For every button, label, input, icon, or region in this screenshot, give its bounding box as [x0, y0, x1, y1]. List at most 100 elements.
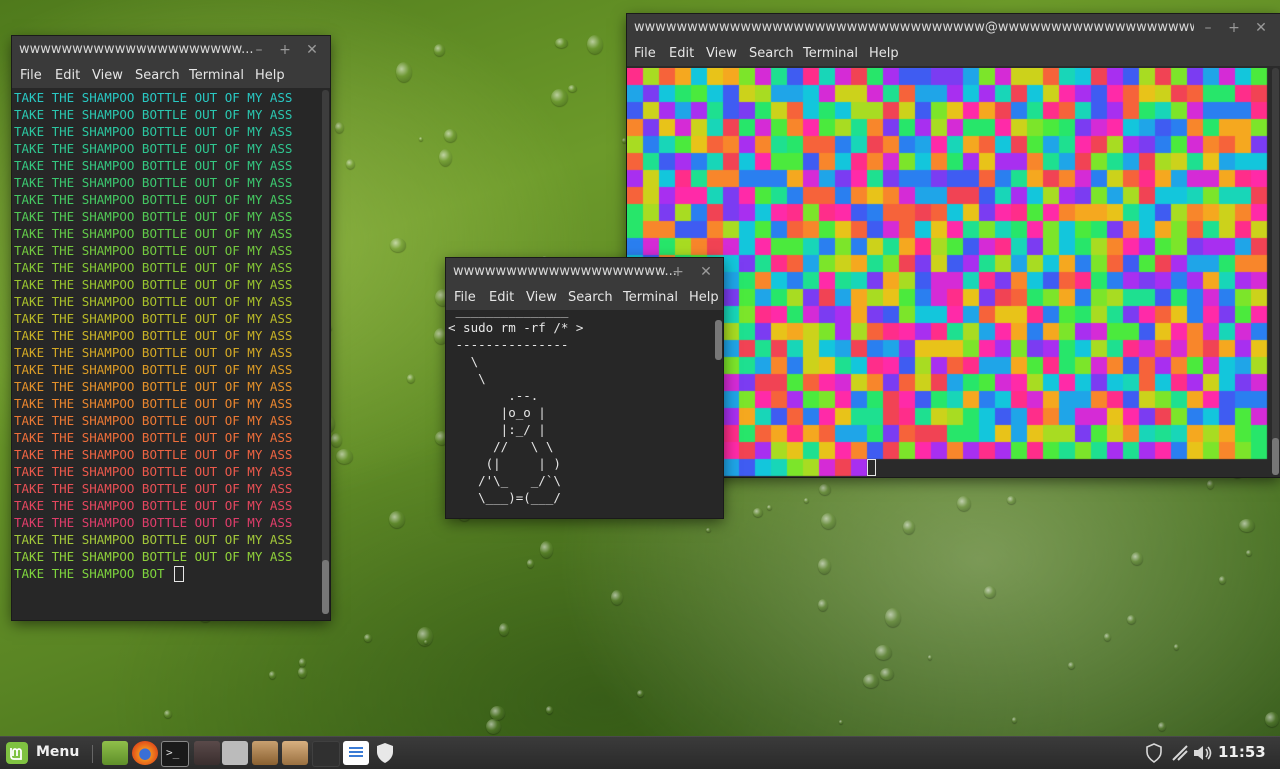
terminal-output[interactable]: TAKE THE SHAMPOO BOTTLE OUT OF MY ASS TAK…: [12, 88, 330, 620]
update-shield-icon[interactable]: [1145, 743, 1163, 767]
terminal-window-right[interactable]: wwwwwwwwwwwwwwwwwwwwwwwwwwwwwwwww@wwwwww…: [627, 14, 1280, 477]
water-droplet: [1012, 717, 1017, 723]
water-droplet: [417, 627, 433, 646]
water-droplet: [984, 586, 996, 598]
menu-edit[interactable]: Edit: [55, 68, 80, 83]
menu-terminal[interactable]: Terminal: [803, 46, 858, 61]
terminal-output[interactable]: _______________ < sudo rm -rf /* > ------…: [446, 310, 723, 518]
terminal-line: TAKE THE SHAMPOO BOTTLE OUT OF MY ASS: [14, 243, 293, 258]
terminal-line: TAKE THE SHAMPOO BOTTLE OUT OF MY ASS: [14, 90, 293, 105]
terminal-cursor: [867, 459, 876, 476]
menu-view[interactable]: View: [526, 290, 557, 305]
water-droplet: [540, 541, 553, 558]
terminal-line: TAKE THE SHAMPOO BOTTLE OUT OF MY ASS: [14, 328, 293, 343]
menu-terminal[interactable]: Terminal: [189, 68, 244, 83]
close-icon[interactable]: ✕: [1250, 14, 1272, 42]
menu-file[interactable]: File: [634, 46, 656, 61]
minimize-icon[interactable]: –: [248, 36, 270, 64]
window-title: wwwwwwwwwwwwwwwwwwwwwwwwwwwwwwwww@wwwwww…: [634, 20, 1194, 35]
menu-edit[interactable]: Edit: [489, 290, 514, 305]
water-droplet: [269, 671, 276, 679]
terminal-launcher-icon[interactable]: >_: [161, 741, 189, 767]
art-line: \: [448, 371, 486, 386]
title-bar[interactable]: wwwwwwwwwwwwwwwwwwwww... – + ✕: [12, 36, 330, 64]
terminal-line: TAKE THE SHAMPOO BOTTLE OUT OF MY ASS: [14, 532, 293, 547]
maximize-icon[interactable]: +: [1223, 14, 1245, 42]
water-droplet: [821, 513, 836, 529]
archive-icon[interactable]: [252, 741, 278, 765]
terminal-line: TAKE THE SHAMPOO BOTTLE OUT OF MY ASS: [14, 498, 293, 513]
water-droplet: [390, 238, 406, 252]
terminal-line: TAKE THE SHAMPOO BOTTLE OUT OF MY ASS: [14, 260, 293, 275]
water-droplet: [568, 85, 577, 92]
water-droplet: [555, 38, 568, 48]
clock[interactable]: 11:53: [1218, 743, 1266, 761]
terminal-line: TAKE THE SHAMPOO BOTTLE OUT OF MY ASS: [14, 447, 293, 462]
terminal-line: TAKE THE SHAMPOO BOTTLE OUT OF MY ASS: [14, 413, 293, 428]
file-manager-icon[interactable]: [102, 741, 128, 765]
water-droplet: [767, 505, 772, 510]
window-button[interactable]: [312, 741, 340, 767]
terminal-line: TAKE THE SHAMPOO BOTTLE OUT OF MY ASS: [14, 515, 293, 530]
terminal-line: TAKE THE SHAMPOO BOTTLE OUT OF MY ASS: [14, 141, 293, 156]
menu-search[interactable]: Search: [749, 46, 794, 61]
terminal-line: TAKE THE SHAMPOO BOTTLE OUT OF MY ASS: [14, 362, 293, 377]
menu-view[interactable]: View: [706, 46, 737, 61]
menu-help[interactable]: Help: [869, 46, 899, 61]
package-icon[interactable]: [282, 741, 308, 765]
menu-button[interactable]: Menu: [4, 740, 84, 766]
close-icon[interactable]: ✕: [695, 258, 717, 286]
water-droplet: [331, 433, 342, 447]
water-droplet: [1104, 633, 1111, 641]
art-line: (| | ): [448, 456, 561, 471]
close-icon[interactable]: ✕: [301, 36, 323, 64]
terminal-line: TAKE THE SHAMPOO BOTTLE OUT OF MY ASS: [14, 294, 293, 309]
settings-icon[interactable]: [222, 741, 248, 765]
menu-file[interactable]: File: [20, 68, 42, 83]
minimize-icon[interactable]: –: [640, 258, 662, 286]
maximize-icon[interactable]: +: [274, 36, 296, 64]
water-droplet: [1007, 496, 1016, 504]
text-editor-icon[interactable]: [194, 741, 220, 765]
water-droplet: [546, 706, 553, 714]
art-line: \: [448, 354, 479, 369]
colored-pixel-grid: [627, 68, 1269, 477]
water-droplet: [1265, 712, 1279, 727]
menu-view[interactable]: View: [92, 68, 123, 83]
water-droplet: [1207, 480, 1214, 489]
document-icon[interactable]: [343, 741, 369, 765]
water-droplet: [706, 528, 711, 532]
water-droplet: [299, 658, 306, 667]
scrollbar[interactable]: [322, 90, 329, 614]
water-droplet: [819, 484, 831, 495]
water-droplet: [298, 667, 307, 678]
water-droplet: [346, 159, 355, 169]
menu-help[interactable]: Help: [255, 68, 285, 83]
firefox-icon[interactable]: [132, 741, 158, 765]
terminal-window-middle[interactable]: wwwwwwwwwwwwwwwwwwww... – + ✕ File Edit …: [446, 258, 723, 518]
title-bar[interactable]: wwwwwwwwwwwwwwwwwwww... – + ✕: [446, 258, 723, 286]
menu-search[interactable]: Search: [568, 290, 613, 305]
water-droplet: [1068, 662, 1075, 669]
terminal-window-left[interactable]: wwwwwwwwwwwwwwwwwwwww... – + ✕ File Edit…: [12, 36, 330, 620]
menu-file[interactable]: File: [454, 290, 476, 305]
title-bar[interactable]: wwwwwwwwwwwwwwwwwwwwwwwwwwwwwwwww@wwwwww…: [627, 14, 1280, 42]
volume-icon[interactable]: [1192, 743, 1214, 767]
water-droplet: [407, 374, 415, 383]
art-line: /'\_ _/`\: [448, 473, 561, 488]
menu-terminal[interactable]: Terminal: [623, 290, 678, 305]
maximize-icon[interactable]: +: [667, 258, 689, 286]
network-icon[interactable]: [1170, 743, 1190, 767]
menu-help[interactable]: Help: [689, 290, 719, 305]
menu-search[interactable]: Search: [135, 68, 180, 83]
shield-icon[interactable]: [372, 741, 398, 765]
terminal-line: TAKE THE SHAMPOO BOTTLE OUT OF MY ASS: [14, 277, 293, 292]
water-droplet: [804, 498, 809, 503]
terminal-line: TAKE THE SHAMPOO BOTTLE OUT OF MY ASS: [14, 226, 293, 241]
scrollbar[interactable]: [1272, 68, 1279, 475]
menu-edit[interactable]: Edit: [669, 46, 694, 61]
minimize-icon[interactable]: –: [1197, 14, 1219, 42]
water-droplet: [527, 559, 534, 568]
terminal-output[interactable]: [627, 68, 1280, 477]
scrollbar[interactable]: [715, 320, 722, 360]
